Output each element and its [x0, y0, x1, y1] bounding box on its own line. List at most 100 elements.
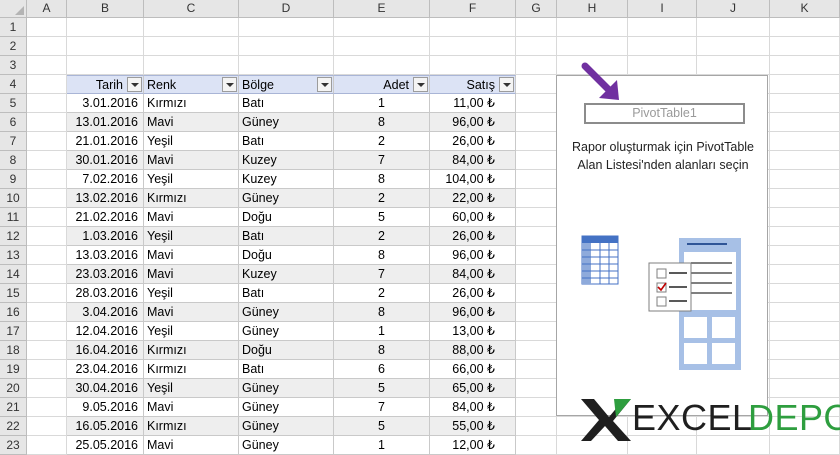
table-cell-bolge[interactable]: Güney: [239, 398, 334, 417]
header-cell-tarih[interactable]: Tarih: [67, 75, 144, 94]
table-cell-satis[interactable]: 60,00 ₺: [430, 208, 516, 227]
table-cell-satis[interactable]: 12,00 ₺: [430, 436, 516, 455]
select-all-corner[interactable]: [0, 0, 27, 18]
table-cell-bolge[interactable]: Batı: [239, 132, 334, 151]
row-header-5[interactable]: 5: [0, 94, 27, 113]
table-cell-renk[interactable]: Yeşil: [144, 170, 239, 189]
row-header-2[interactable]: 2: [0, 37, 27, 56]
table-cell-adet[interactable]: 5: [334, 379, 430, 398]
table-cell-satis[interactable]: 22,00 ₺: [430, 189, 516, 208]
table-cell-adet[interactable]: 8: [334, 303, 430, 322]
table-cell-satis[interactable]: 104,00 ₺: [430, 170, 516, 189]
table-cell-renk[interactable]: Kırmızı: [144, 360, 239, 379]
row-header-16[interactable]: 16: [0, 303, 27, 322]
table-cell-tarih[interactable]: 12.04.2016: [67, 322, 144, 341]
table-cell-tarih[interactable]: 13.03.2016: [67, 246, 144, 265]
dropdown-arrow-icon[interactable]: [413, 77, 428, 92]
table-cell-tarih[interactable]: 1.03.2016: [67, 227, 144, 246]
table-cell-adet[interactable]: 2: [334, 227, 430, 246]
table-cell-adet[interactable]: 2: [334, 284, 430, 303]
column-header-k[interactable]: K: [770, 0, 840, 18]
header-cell-satis[interactable]: Satış: [430, 75, 516, 94]
row-header-15[interactable]: 15: [0, 284, 27, 303]
table-cell-renk[interactable]: Yeşil: [144, 379, 239, 398]
row-header-3[interactable]: 3: [0, 56, 27, 75]
table-cell-adet[interactable]: 8: [334, 113, 430, 132]
table-cell-satis[interactable]: 96,00 ₺: [430, 303, 516, 322]
dropdown-arrow-icon[interactable]: [127, 77, 142, 92]
table-cell-bolge[interactable]: Güney: [239, 436, 334, 455]
table-cell-bolge[interactable]: Batı: [239, 284, 334, 303]
column-header-e[interactable]: E: [334, 0, 430, 18]
table-cell-adet[interactable]: 1: [334, 322, 430, 341]
row-header-21[interactable]: 21: [0, 398, 27, 417]
table-cell-renk[interactable]: Mavi: [144, 113, 239, 132]
column-header-f[interactable]: F: [430, 0, 516, 18]
table-cell-satis[interactable]: 96,00 ₺: [430, 246, 516, 265]
table-cell-tarih[interactable]: 3.01.2016: [67, 94, 144, 113]
column-header-i[interactable]: I: [628, 0, 697, 18]
table-cell-tarih[interactable]: 25.05.2016: [67, 436, 144, 455]
table-cell-bolge[interactable]: Güney: [239, 322, 334, 341]
table-cell-satis[interactable]: 13,00 ₺: [430, 322, 516, 341]
row-header-11[interactable]: 11: [0, 208, 27, 227]
table-cell-bolge[interactable]: Kuzey: [239, 265, 334, 284]
table-cell-renk[interactable]: Yeşil: [144, 284, 239, 303]
table-cell-adet[interactable]: 8: [334, 341, 430, 360]
row-header-9[interactable]: 9: [0, 170, 27, 189]
table-cell-adet[interactable]: 7: [334, 265, 430, 284]
table-cell-satis[interactable]: 84,00 ₺: [430, 398, 516, 417]
table-cell-renk[interactable]: Mavi: [144, 398, 239, 417]
table-cell-bolge[interactable]: Doğu: [239, 246, 334, 265]
table-cell-satis[interactable]: 26,00 ₺: [430, 227, 516, 246]
table-cell-renk[interactable]: Yeşil: [144, 227, 239, 246]
table-cell-bolge[interactable]: Doğu: [239, 341, 334, 360]
table-cell-renk[interactable]: Yeşil: [144, 132, 239, 151]
row-header-13[interactable]: 13: [0, 246, 27, 265]
row-header-22[interactable]: 22: [0, 417, 27, 436]
header-cell-adet[interactable]: Adet: [334, 75, 430, 94]
row-header-6[interactable]: 6: [0, 113, 27, 132]
row-header-12[interactable]: 12: [0, 227, 27, 246]
table-cell-tarih[interactable]: 23.04.2016: [67, 360, 144, 379]
table-cell-satis[interactable]: 66,00 ₺: [430, 360, 516, 379]
table-cell-satis[interactable]: 96,00 ₺: [430, 113, 516, 132]
table-cell-bolge[interactable]: Kuzey: [239, 170, 334, 189]
column-header-j[interactable]: J: [697, 0, 770, 18]
table-cell-bolge[interactable]: Güney: [239, 189, 334, 208]
table-cell-tarih[interactable]: 3.04.2016: [67, 303, 144, 322]
table-cell-adet[interactable]: 2: [334, 132, 430, 151]
table-cell-tarih[interactable]: 16.05.2016: [67, 417, 144, 436]
table-cell-bolge[interactable]: Güney: [239, 417, 334, 436]
table-cell-satis[interactable]: 26,00 ₺: [430, 284, 516, 303]
table-cell-renk[interactable]: Mavi: [144, 208, 239, 227]
table-cell-tarih[interactable]: 13.01.2016: [67, 113, 144, 132]
row-header-20[interactable]: 20: [0, 379, 27, 398]
row-header-17[interactable]: 17: [0, 322, 27, 341]
table-cell-satis[interactable]: 84,00 ₺: [430, 151, 516, 170]
dropdown-arrow-icon[interactable]: [222, 77, 237, 92]
dropdown-arrow-icon[interactable]: [317, 77, 332, 92]
table-cell-adet[interactable]: 1: [334, 94, 430, 113]
table-cell-tarih[interactable]: 16.04.2016: [67, 341, 144, 360]
table-cell-satis[interactable]: 65,00 ₺: [430, 379, 516, 398]
table-cell-renk[interactable]: Kırmızı: [144, 417, 239, 436]
row-header-18[interactable]: 18: [0, 341, 27, 360]
table-cell-bolge[interactable]: Doğu: [239, 208, 334, 227]
row-header-10[interactable]: 10: [0, 189, 27, 208]
row-header-23[interactable]: 23: [0, 436, 27, 455]
column-header-g[interactable]: G: [516, 0, 557, 18]
table-cell-bolge[interactable]: Batı: [239, 94, 334, 113]
table-cell-adet[interactable]: 8: [334, 246, 430, 265]
row-header-1[interactable]: 1: [0, 18, 27, 37]
table-cell-renk[interactable]: Kırmızı: [144, 341, 239, 360]
table-cell-bolge[interactable]: Güney: [239, 113, 334, 132]
table-cell-satis[interactable]: 84,00 ₺: [430, 265, 516, 284]
table-cell-renk[interactable]: Kırmızı: [144, 94, 239, 113]
table-cell-satis[interactable]: 88,00 ₺: [430, 341, 516, 360]
table-cell-renk[interactable]: Yeşil: [144, 322, 239, 341]
table-cell-satis[interactable]: 55,00 ₺: [430, 417, 516, 436]
table-cell-renk[interactable]: Mavi: [144, 303, 239, 322]
table-cell-tarih[interactable]: 23.03.2016: [67, 265, 144, 284]
table-cell-adet[interactable]: 1: [334, 436, 430, 455]
